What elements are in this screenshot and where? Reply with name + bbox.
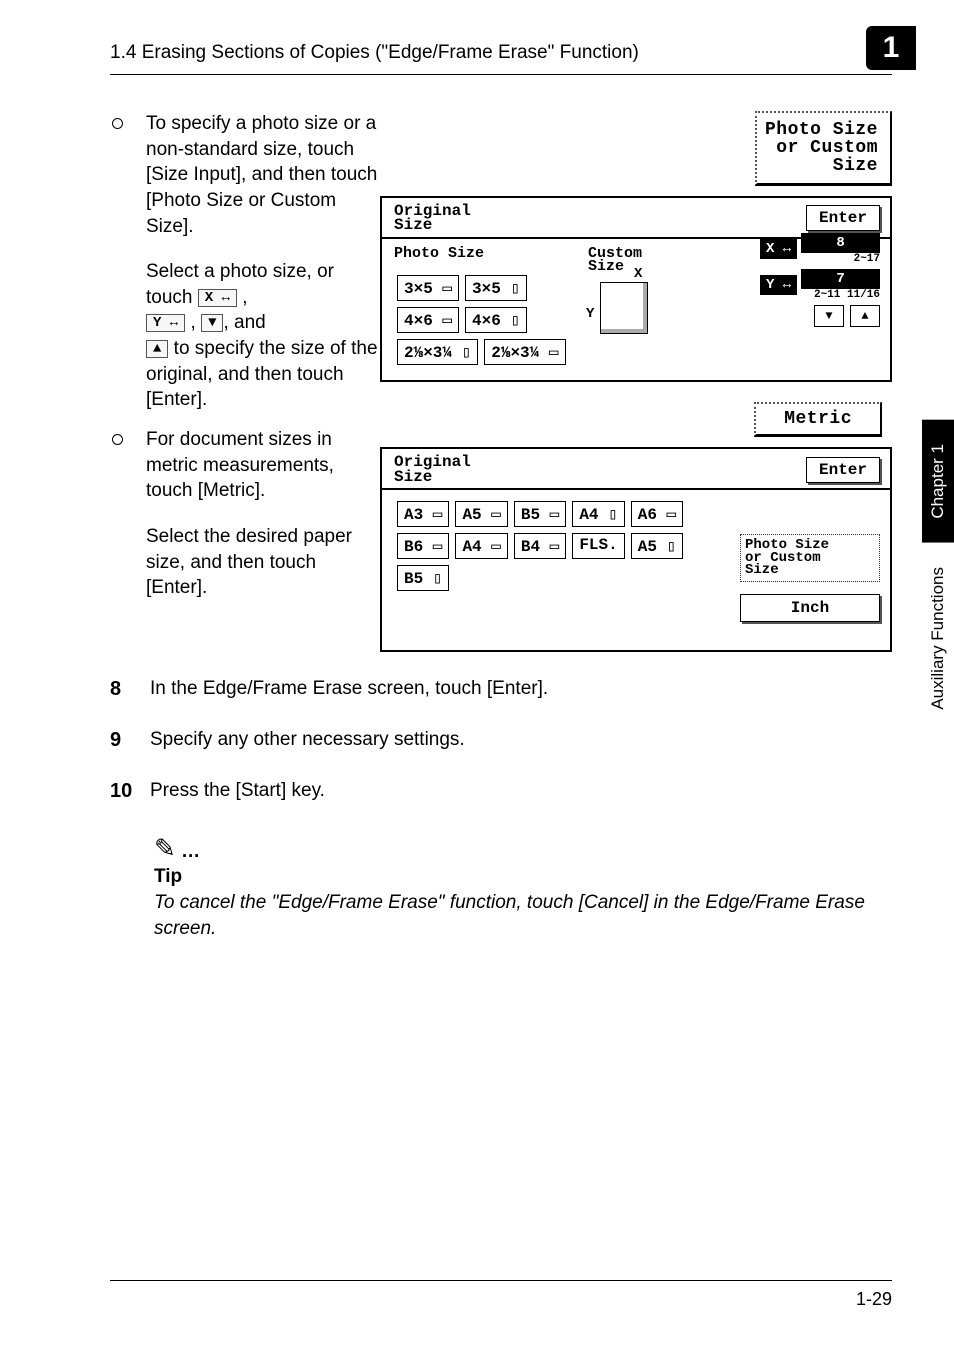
x-arrow-key: X ↔ bbox=[198, 289, 237, 307]
metric-button[interactable]: Metric bbox=[754, 402, 882, 437]
step-number: 10 bbox=[110, 778, 150, 805]
x-stepper-button[interactable]: X ↔ bbox=[760, 239, 797, 259]
size-button[interactable]: A6 ▭ bbox=[631, 501, 683, 527]
size-button[interactable]: 3×5 ▯ bbox=[465, 275, 527, 301]
down-key: ▼ bbox=[201, 314, 223, 332]
original-size-panel-metric: Original Size Enter A3 ▭ A5 ▭ B5 ▭ A4 ▯ … bbox=[380, 447, 892, 652]
ellipsis-icon: … bbox=[181, 841, 202, 862]
tip-text: To cancel the "Edge/Frame Erase" functio… bbox=[154, 890, 892, 941]
size-button[interactable]: 4×6 ▭ bbox=[397, 307, 459, 333]
photo-custom-size-button[interactable]: Photo Size or Custom Size bbox=[740, 534, 880, 582]
size-button[interactable]: A4 ▭ bbox=[455, 533, 507, 559]
photo-custom-size-button[interactable]: Photo Size or Custom Size bbox=[755, 111, 892, 186]
page-number: 1-29 bbox=[110, 1280, 892, 1310]
size-button[interactable]: B6 ▭ bbox=[397, 533, 449, 559]
inch-button[interactable]: Inch bbox=[740, 594, 880, 622]
size-button[interactable]: A4 ▯ bbox=[572, 501, 624, 527]
size-button[interactable]: A3 ▭ bbox=[397, 501, 449, 527]
size-button[interactable]: FLS. bbox=[572, 533, 624, 559]
decrease-button[interactable]: ▼ bbox=[814, 305, 844, 327]
size-button[interactable]: B4 ▭ bbox=[514, 533, 566, 559]
instruction-text: To specify a photo size or a non-standar… bbox=[146, 111, 380, 239]
enter-button[interactable]: Enter bbox=[806, 205, 880, 231]
pencil-icon: ✎ bbox=[154, 833, 176, 864]
instruction-text: Select a photo size, or touch X ↔ , Y ↔ … bbox=[146, 259, 380, 413]
size-button[interactable]: 4×6 ▯ bbox=[465, 307, 527, 333]
size-button[interactable]: A5 ▭ bbox=[455, 501, 507, 527]
topic-tab: Auxiliary Functions bbox=[922, 543, 954, 734]
up-key: ▲ bbox=[146, 340, 168, 358]
step-text: Specify any other necessary settings. bbox=[150, 727, 465, 754]
x-range: 2~17 bbox=[801, 253, 880, 265]
increase-button[interactable]: ▲ bbox=[850, 305, 880, 327]
chapter-badge: 1 bbox=[866, 26, 916, 70]
chapter-tab: Chapter 1 bbox=[922, 420, 954, 543]
x-value: 8 bbox=[801, 233, 880, 253]
y-range: 2~11 11/16 bbox=[801, 289, 880, 301]
size-button[interactable]: B5 ▯ bbox=[397, 565, 449, 591]
bullet-icon bbox=[110, 111, 146, 239]
y-arrow-key: Y ↔ bbox=[146, 314, 185, 332]
y-stepper-button[interactable]: Y ↔ bbox=[760, 275, 797, 295]
step-number: 9 bbox=[110, 727, 150, 754]
instruction-text: Select the desired paper size, and then … bbox=[146, 524, 380, 601]
size-button[interactable]: A5 ▯ bbox=[631, 533, 683, 559]
dimension-diagram: X Y bbox=[596, 280, 682, 356]
original-size-panel-photo: Original Size Enter Photo Size 3×5 ▭3×5 … bbox=[380, 196, 892, 382]
step-text: Press the [Start] key. bbox=[150, 778, 325, 805]
size-button[interactable]: 3×5 ▭ bbox=[397, 275, 459, 301]
size-button[interactable]: 2⅛×3¼ ▭ bbox=[484, 339, 565, 365]
y-value: 7 bbox=[801, 269, 880, 289]
size-button[interactable]: B5 ▭ bbox=[514, 501, 566, 527]
enter-button[interactable]: Enter bbox=[806, 457, 880, 483]
section-title: 1.4 Erasing Sections of Copies ("Edge/Fr… bbox=[110, 42, 639, 64]
size-button[interactable]: 2⅛×3¼ ▯ bbox=[397, 339, 478, 365]
step-number: 8 bbox=[110, 676, 150, 703]
photo-size-header: Photo Size bbox=[394, 247, 564, 261]
bullet-icon bbox=[110, 427, 146, 504]
header-rule bbox=[110, 74, 892, 75]
tip-label: Tip bbox=[154, 866, 892, 888]
step-text: In the Edge/Frame Erase screen, touch [E… bbox=[150, 676, 548, 703]
instruction-text: For document sizes in metric measurement… bbox=[146, 427, 380, 504]
